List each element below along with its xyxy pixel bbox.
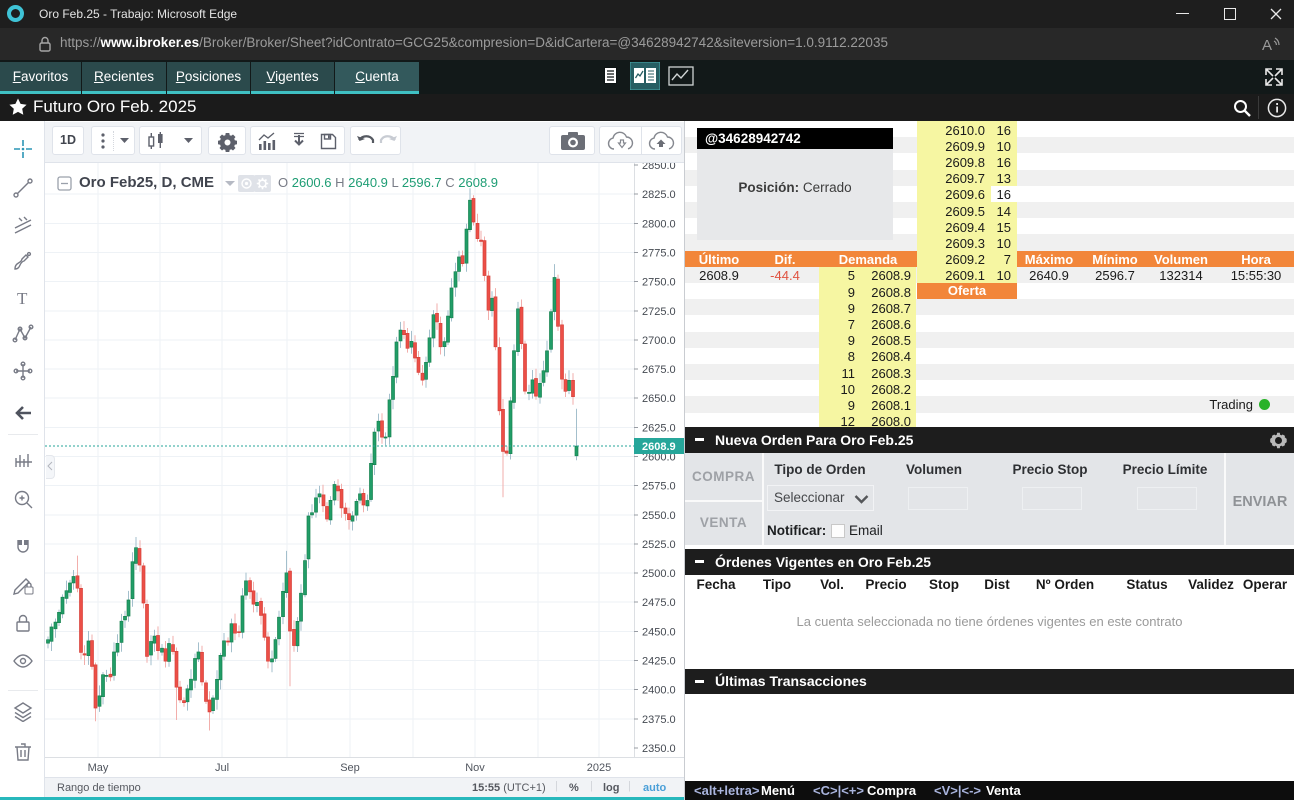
- svg-text:2450.0: 2450.0: [642, 626, 676, 638]
- svg-text:2425.0: 2425.0: [642, 656, 676, 668]
- svg-text:2400.0: 2400.0: [642, 685, 676, 697]
- svg-text:2575.0: 2575.0: [642, 481, 676, 493]
- svg-text:2850.0: 2850.0: [642, 163, 676, 172]
- svg-text:2475.0: 2475.0: [642, 597, 676, 609]
- svg-text:2608.9: 2608.9: [642, 441, 676, 453]
- svg-text:2825.0: 2825.0: [642, 189, 676, 201]
- svg-text:2725.0: 2725.0: [642, 306, 676, 318]
- svg-text:2025: 2025: [587, 762, 611, 774]
- svg-text:Jul: Jul: [215, 762, 229, 774]
- svg-text:2700.0: 2700.0: [642, 335, 676, 347]
- svg-text:Sep: Sep: [340, 762, 360, 774]
- svg-text:2525.0: 2525.0: [642, 539, 676, 551]
- svg-text:Nov: Nov: [465, 762, 485, 774]
- svg-text:2675.0: 2675.0: [642, 364, 676, 376]
- svg-text:2650.0: 2650.0: [642, 393, 676, 405]
- svg-text:2375.0: 2375.0: [642, 714, 676, 726]
- svg-text:May: May: [88, 762, 109, 774]
- svg-text:2800.0: 2800.0: [642, 218, 676, 230]
- svg-text:A: A: [1262, 37, 1272, 54]
- svg-text:2550.0: 2550.0: [642, 510, 676, 522]
- svg-text:2350.0: 2350.0: [642, 743, 676, 755]
- svg-text:2625.0: 2625.0: [642, 422, 676, 434]
- svg-text:T: T: [17, 289, 28, 308]
